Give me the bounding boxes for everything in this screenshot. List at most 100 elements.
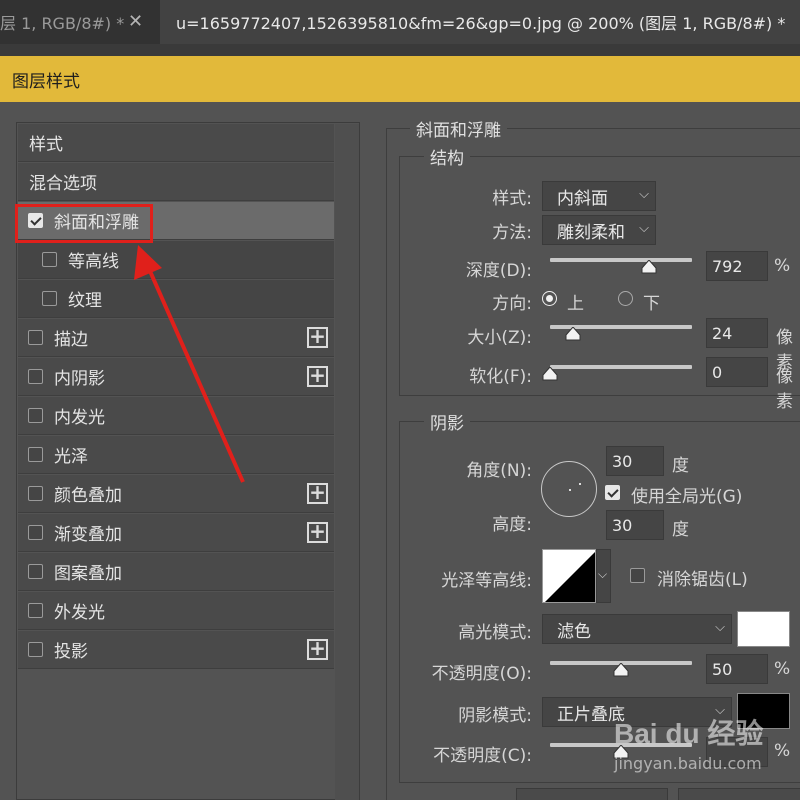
highlight-opacity-input[interactable]: 50 [706, 654, 768, 684]
add-icon[interactable]: + [307, 638, 328, 660]
highlight-color-swatch[interactable] [737, 611, 790, 647]
style-item-pattern-overlay[interactable]: 图案叠加 [18, 553, 334, 591]
document-tab-label: u=1659772407,1526395810&fm=26&gp=0.jpg @… [176, 14, 786, 33]
style-dropdown[interactable]: 内斜面 ⌵ [542, 181, 656, 211]
direction-down-radio[interactable] [618, 291, 633, 306]
chevron-down-icon: ⌵ [598, 567, 608, 581]
style-item-texture[interactable]: 纹理 [18, 280, 334, 318]
checkbox[interactable] [28, 369, 43, 384]
checkbox[interactable] [28, 447, 43, 462]
add-icon[interactable]: + [307, 326, 328, 348]
style-item-label: 光泽 [54, 447, 88, 467]
style-item-label: 图案叠加 [54, 564, 122, 584]
size-label: 大小(Z): [467, 328, 532, 348]
altitude-unit: 度 [672, 520, 689, 540]
add-icon[interactable]: + [307, 521, 328, 543]
style-value: 内斜面 [557, 188, 608, 209]
angle-dial[interactable] [541, 461, 597, 517]
add-icon[interactable]: + [307, 365, 328, 387]
dialog-title: 图层样式 [12, 71, 80, 92]
checkbox[interactable] [42, 252, 57, 267]
chevron-down-icon: ⌵ [715, 620, 725, 635]
shading-title: 阴影 [424, 409, 470, 434]
angle-input[interactable]: 30 [606, 446, 664, 476]
checkbox[interactable] [42, 291, 57, 306]
contour-linear-icon [545, 552, 595, 602]
style-item-outer-glow[interactable]: 外发光 [18, 592, 334, 630]
style-item-label: 内阴影 [54, 369, 105, 389]
bevel-section-title: 斜面和浮雕 [410, 116, 507, 141]
highlight-opacity-value: 50 [712, 659, 733, 679]
global-light-checkbox[interactable] [605, 485, 620, 500]
angle-dial-center-icon [569, 489, 571, 491]
anti-alias-checkbox[interactable] [630, 568, 645, 583]
highlight-mode-dropdown[interactable]: 滤色 ⌵ [542, 614, 732, 644]
style-label: 样式: [492, 189, 532, 209]
checkbox[interactable] [28, 486, 43, 501]
shadow-mode-label: 阴影模式: [458, 706, 532, 726]
add-icon[interactable]: + [307, 482, 328, 504]
checkbox[interactable] [28, 525, 43, 540]
document-tab-bar: 层 1, RGB/8#) * ✕ u=1659772407,1526395810… [0, 0, 800, 44]
make-default-button[interactable] [516, 788, 668, 800]
technique-dropdown[interactable]: 雕刻柔和 ⌵ [542, 215, 656, 245]
size-input[interactable]: 24 [706, 318, 768, 348]
depth-unit: % [774, 256, 791, 276]
style-item-gradient-overlay[interactable]: 渐变叠加 + [18, 514, 334, 552]
structure-title: 结构 [424, 144, 470, 169]
dialog-title-bar: 图层样式 [0, 56, 800, 102]
style-item-drop-shadow[interactable]: 投影 + [18, 631, 334, 669]
gloss-contour-dropdown[interactable]: ⌵ [596, 549, 611, 603]
depth-label: 深度(D): [465, 261, 532, 281]
angle-unit: 度 [672, 456, 689, 476]
style-item-inner-glow[interactable]: 内发光 [18, 397, 334, 435]
soften-input[interactable]: 0 [706, 357, 768, 387]
direction-up-radio[interactable] [542, 291, 557, 306]
checkbox[interactable] [28, 330, 43, 345]
anti-alias-label: 消除锯齿(L) [657, 570, 748, 590]
style-item-label: 渐变叠加 [54, 525, 122, 545]
document-tab-inactive[interactable]: 层 1, RGB/8#) * ✕ [0, 0, 160, 44]
reset-default-button[interactable] [678, 788, 800, 800]
style-item-label: 外发光 [54, 603, 105, 623]
chevron-down-icon: ⌵ [639, 221, 649, 236]
checkbox[interactable] [28, 642, 43, 657]
watermark-logo: Bai du 经验 [614, 718, 764, 749]
style-item-label: 纹理 [68, 291, 102, 311]
watermark: Bai du 经验 jingyan.baidu.com [614, 712, 763, 773]
technique-value: 雕刻柔和 [557, 222, 625, 243]
document-tab-active[interactable]: u=1659772407,1526395810&fm=26&gp=0.jpg @… [160, 0, 800, 44]
gloss-contour-preview[interactable] [542, 549, 596, 603]
close-icon[interactable]: ✕ [128, 11, 143, 32]
list-scrollbar[interactable] [335, 124, 359, 800]
style-item-label: 颜色叠加 [54, 486, 122, 506]
style-item-stroke[interactable]: 描边 + [18, 319, 334, 357]
checkbox[interactable] [28, 408, 43, 423]
size-value: 24 [712, 323, 733, 343]
depth-value: 792 [712, 256, 743, 276]
style-item-label: 等高线 [68, 252, 119, 272]
direction-up-label: 上 [567, 294, 584, 314]
watermark-url: jingyan.baidu.com [614, 754, 762, 773]
style-list-blending-options[interactable]: 混合选项 [18, 163, 334, 201]
style-list-header-styles[interactable]: 样式 [18, 124, 334, 162]
technique-label: 方法: [492, 223, 532, 243]
document-tab-label: 层 1, RGB/8#) * [0, 14, 125, 33]
checkbox[interactable] [28, 564, 43, 579]
depth-input[interactable]: 792 [706, 251, 768, 281]
style-item-inner-shadow[interactable]: 内阴影 + [18, 358, 334, 396]
global-light-label: 使用全局光(G) [631, 487, 743, 507]
style-item-label: 投影 [54, 642, 88, 662]
depth-slider-track[interactable] [550, 258, 692, 262]
style-item-contour[interactable]: 等高线 [18, 241, 334, 279]
checkbox[interactable] [28, 603, 43, 618]
style-item-satin[interactable]: 光泽 [18, 436, 334, 474]
chevron-down-icon: ⌵ [639, 187, 649, 202]
angle-value: 30 [612, 451, 633, 471]
style-item-color-overlay[interactable]: 颜色叠加 + [18, 475, 334, 513]
soften-label: 软化(F): [469, 367, 532, 387]
altitude-input[interactable]: 30 [606, 510, 664, 540]
soften-slider-track[interactable] [550, 365, 692, 369]
gloss-contour-label: 光泽等高线: [441, 571, 532, 591]
angle-label: 角度(N): [466, 461, 532, 481]
